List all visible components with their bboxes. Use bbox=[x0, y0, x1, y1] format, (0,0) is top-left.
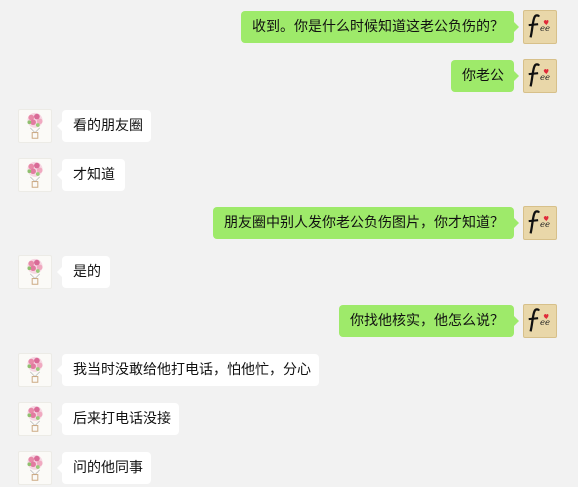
flower-balloon-icon bbox=[27, 454, 43, 481]
message-bubble-self[interactable]: 你老公 bbox=[451, 60, 519, 92]
message-row: 问的他同事 bbox=[0, 451, 578, 487]
avatar[interactable]: ee bbox=[523, 59, 557, 93]
avatar[interactable]: ee bbox=[523, 206, 557, 240]
message-row: 你老公 ee bbox=[0, 59, 578, 95]
avatar[interactable] bbox=[18, 402, 52, 436]
flower-balloon-icon bbox=[27, 258, 43, 285]
message-bubble-other[interactable]: 问的他同事 bbox=[57, 452, 151, 484]
avatar[interactable] bbox=[18, 158, 52, 192]
message-row: 你找他核实，他怎么说？ ee bbox=[0, 304, 578, 340]
fee-logo-icon: ee bbox=[528, 210, 550, 234]
svg-text:ee: ee bbox=[540, 317, 550, 327]
message-row: 我当时没敢给他打电话，怕他忙，分心 bbox=[0, 353, 578, 389]
avatar[interactable] bbox=[18, 353, 52, 387]
message-row: 才知道 bbox=[0, 158, 578, 194]
message-bubble-other[interactable]: 才知道 bbox=[57, 159, 125, 191]
fee-logo-icon: ee bbox=[528, 308, 550, 332]
message-row: 看的朋友圈 bbox=[0, 109, 578, 145]
svg-text:ee: ee bbox=[540, 72, 550, 82]
message-row: 后来打电话没接 bbox=[0, 402, 578, 438]
message-bubble-self[interactable]: 朋友圈中别人发你老公负伤图片，你才知道？ bbox=[213, 207, 519, 239]
message-bubble-other[interactable]: 我当时没敢给他打电话，怕他忙，分心 bbox=[57, 354, 319, 386]
svg-text:ee: ee bbox=[540, 219, 550, 229]
message-row: 朋友圈中别人发你老公负伤图片，你才知道？ ee bbox=[0, 206, 578, 242]
svg-text:ee: ee bbox=[540, 23, 550, 33]
message-bubble-other[interactable]: 看的朋友圈 bbox=[57, 110, 151, 142]
avatar[interactable] bbox=[18, 109, 52, 143]
avatar[interactable]: ee bbox=[523, 10, 557, 44]
avatar[interactable]: ee bbox=[523, 304, 557, 338]
message-row: 是的 bbox=[0, 255, 578, 291]
message-bubble-self[interactable]: 你找他核实，他怎么说？ bbox=[339, 305, 519, 337]
flower-balloon-icon bbox=[27, 405, 43, 432]
flower-balloon-icon bbox=[27, 356, 43, 383]
fee-logo-icon: ee bbox=[528, 14, 550, 38]
flower-balloon-icon bbox=[27, 112, 43, 139]
message-bubble-other[interactable]: 后来打电话没接 bbox=[57, 403, 179, 435]
flower-balloon-icon bbox=[27, 161, 43, 188]
avatar[interactable] bbox=[18, 451, 52, 485]
message-bubble-other[interactable]: 是的 bbox=[57, 256, 110, 288]
message-bubble-self[interactable]: 收到。你是什么时候知道这老公负伤的？ bbox=[241, 11, 519, 43]
fee-logo-icon: ee bbox=[528, 63, 550, 87]
message-row: 收到。你是什么时候知道这老公负伤的？ ee bbox=[0, 10, 578, 46]
avatar[interactable] bbox=[18, 255, 52, 289]
